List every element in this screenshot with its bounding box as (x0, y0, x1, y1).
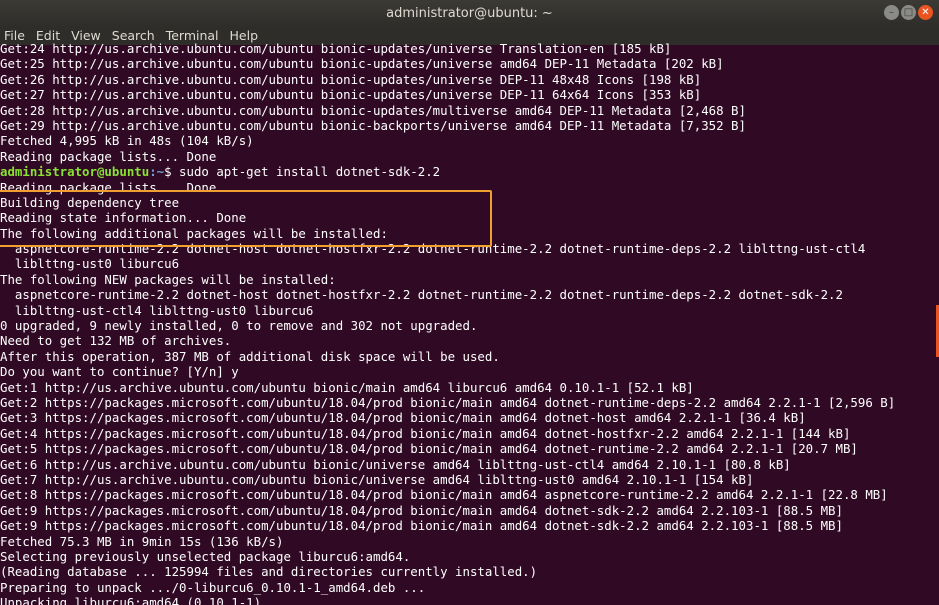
command-text: sudo apt-get install dotnet-sdk-2.2 (179, 164, 441, 180)
terminal-line: Building dependency tree (0, 194, 180, 210)
terminal-line: Get:25 http://us.archive.ubuntu.com/ubun… (0, 56, 724, 72)
terminal-line: Get:5 https://packages.microsoft.com/ubu… (0, 441, 858, 457)
terminal-line: (Reading database ... 125994 files and d… (0, 564, 538, 580)
terminal-line: Reading package lists... Done (0, 179, 217, 195)
terminal-line: Selecting previously unselected package … (0, 548, 411, 564)
terminal-line: liblttng-ust0 liburcu6 (0, 256, 180, 272)
terminal-line: Get:6 http://us.archive.ubuntu.com/ubunt… (0, 456, 791, 472)
close-icon[interactable]: ✕ (918, 5, 933, 20)
terminal-line: Get:1 http://us.archive.ubuntu.com/ubunt… (0, 379, 694, 395)
terminal-line: Get:27 http://us.archive.ubuntu.com/ubun… (0, 87, 702, 103)
terminal-line: Need to get 132 MB of archives. (0, 333, 232, 349)
window-controls: – □ ✕ (884, 5, 933, 20)
terminal-line: Get:29 http://us.archive.ubuntu.com/ubun… (0, 117, 746, 133)
terminal-line: Get:9 https://packages.microsoft.com/ubu… (0, 502, 843, 518)
terminal-line: Reading state information... Done (0, 210, 247, 226)
terminal-line: aspnetcore-runtime-2.2 dotnet-host dotne… (0, 241, 866, 257)
terminal-line: 0 upgraded, 9 newly installed, 0 to remo… (0, 318, 478, 334)
terminal-line: Get:2 https://packages.microsoft.com/ubu… (0, 394, 896, 410)
terminal-line: Get:9 https://packages.microsoft.com/ubu… (0, 518, 843, 534)
minimize-icon[interactable]: – (884, 5, 899, 20)
terminal-line: Get:26 http://us.archive.ubuntu.com/ubun… (0, 71, 702, 87)
prompt-user-host: administrator@ubuntu (0, 164, 150, 180)
title-bar: administrator@ubuntu: ~ – □ ✕ (0, 0, 939, 27)
terminal-line: aspnetcore-runtime-2.2 dotnet-host dotne… (0, 287, 843, 303)
terminal-line: Do you want to continue? [Y/n] y (0, 364, 239, 380)
terminal-line: After this operation, 387 MB of addition… (0, 348, 500, 364)
terminal-line: Get:28 http://us.archive.ubuntu.com/ubun… (0, 102, 746, 118)
terminal-line: Fetched 75.3 MB in 9min 15s (136 kB/s) (0, 533, 284, 549)
terminal-output[interactable]: Get:24 http://us.archive.ubuntu.com/ubun… (0, 41, 939, 605)
terminal-line: The following additional packages will b… (0, 225, 388, 241)
maximize-icon[interactable]: □ (901, 5, 916, 20)
terminal-line: Reading package lists... Done (0, 148, 217, 164)
terminal-line: The following NEW packages will be insta… (0, 271, 336, 287)
terminal-line: Get:3 https://packages.microsoft.com/ubu… (0, 410, 806, 426)
terminal-line: Get:24 http://us.archive.ubuntu.com/ubun… (0, 41, 672, 56)
terminal-line: Get:8 https://packages.microsoft.com/ubu… (0, 487, 888, 503)
terminal-line: Fetched 4,995 kB in 48s (104 kB/s) (0, 133, 254, 149)
terminal-line: liblttng-ust-ctl4 liblttng-ust0 liburcu6 (0, 302, 314, 318)
terminal-line: Unpacking liburcu6:amd64 (0.10.1-1) ... (0, 595, 291, 605)
command-line: administrator@ubuntu:~$ sudo apt-get ins… (0, 164, 939, 179)
prompt-path: :~ (149, 164, 165, 180)
prompt-symbol: $ (164, 164, 180, 180)
window-title: administrator@ubuntu: ~ (386, 6, 553, 21)
terminal-line: Get:7 http://us.archive.ubuntu.com/ubunt… (0, 471, 754, 487)
terminal-line: Get:4 https://packages.microsoft.com/ubu… (0, 425, 851, 441)
terminal-line: Preparing to unpack .../0-liburcu6_0.10.… (0, 579, 426, 595)
